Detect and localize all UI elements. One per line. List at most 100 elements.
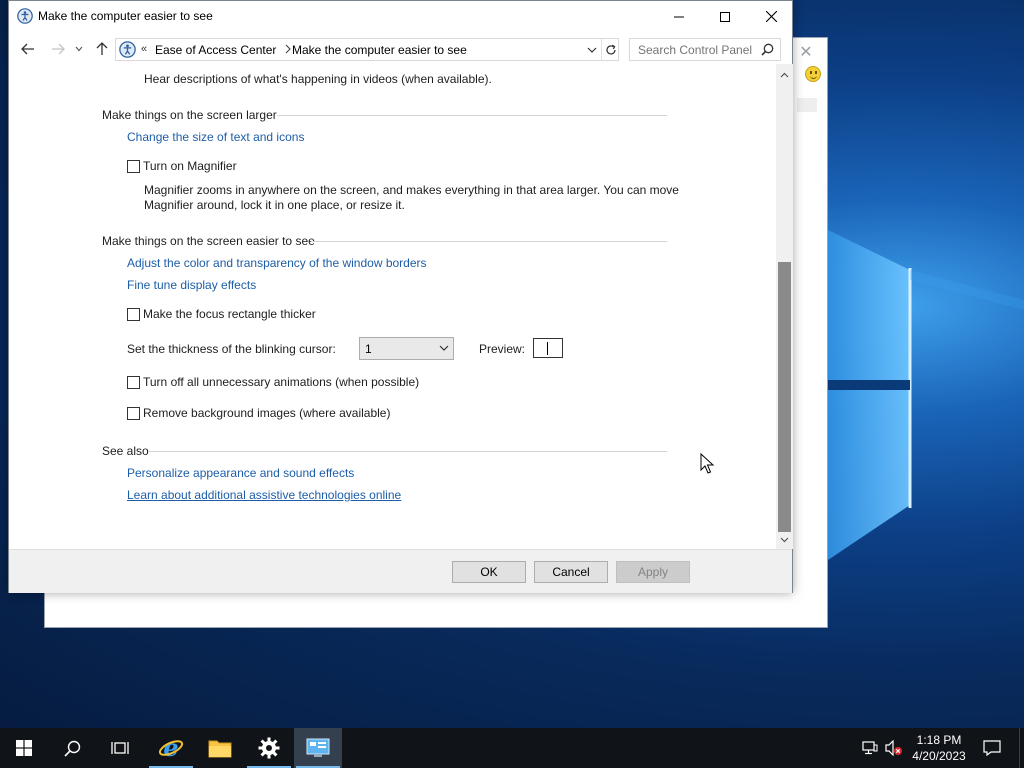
speaker-icon [885,740,902,756]
gear-icon [258,737,280,759]
start-button[interactable] [0,728,48,768]
minimize-button[interactable] [656,1,702,32]
link-personalize[interactable]: Personalize appearance and sound effects [127,466,354,480]
magnifier-checkbox[interactable] [127,160,140,173]
feedback-smiley-icon[interactable] [805,66,821,82]
mouse-pointer-icon [700,453,714,474]
apply-button[interactable]: Apply [616,561,690,583]
search-input[interactable] [638,43,758,57]
ok-button[interactable]: OK [452,561,526,583]
taskbar: e 1:18 PM 4/20/2023 [0,728,1024,768]
task-view-button[interactable] [96,728,144,768]
volume-muted-icon[interactable] [884,738,904,758]
section-divider [277,115,667,116]
background-images-checkbox-label[interactable]: Remove background images (where availabl… [143,406,390,420]
network-icon[interactable] [860,738,880,758]
settings-button[interactable] [245,728,293,768]
dialog-footer: OK Cancel Apply [9,549,792,593]
focus-rectangle-checkbox-label[interactable]: Make the focus rectangle thicker [143,307,316,321]
breadcrumb-separator-icon[interactable] [284,44,292,54]
control-panel-button[interactable] [294,728,342,768]
refresh-button[interactable] [601,39,619,60]
chevron-down-icon [75,46,83,52]
minimize-icon [674,16,684,17]
clock-time: 1:18 PM [916,733,962,747]
windows-start-icon [16,740,32,756]
close-icon [765,11,777,22]
chevron-up-icon [780,72,789,78]
show-desktop-button[interactable] [1019,728,1024,768]
back-button[interactable] [17,38,39,60]
cursor-thickness-select[interactable]: 1 [359,337,454,360]
action-center-button[interactable] [980,736,1004,760]
search-box[interactable] [629,38,781,61]
animations-checkbox[interactable] [127,376,140,389]
search-icon[interactable] [761,43,774,56]
ease-of-access-window: Make the computer easier to see « Ease o… [8,0,793,593]
refresh-icon [605,44,616,55]
network-icon-glyph [862,741,878,755]
recent-locations-button[interactable] [71,38,87,60]
navigation-bar: « Ease of Access Center Make the compute… [9,34,792,64]
system-clock[interactable]: 1:18 PM 4/20/2023 [907,732,971,764]
internet-explorer-button[interactable]: e [147,728,195,768]
cursor-thickness-value: 1 [365,342,372,356]
notification-icon [983,740,1001,756]
internet-explorer-icon: e [158,735,184,761]
search-icon [63,740,80,757]
link-fine-tune-display[interactable]: Fine tune display effects [127,278,256,292]
link-change-text-size[interactable]: Change the size of text and icons [127,130,304,144]
control-panel-icon [306,738,330,757]
close-button[interactable] [748,1,794,32]
preview-label: Preview: [479,342,526,356]
up-button[interactable] [91,38,113,60]
magnifier-description-line1: Magnifier zooms in anywhere on the scree… [144,183,679,197]
audio-description-text: Hear descriptions of what's happening in… [144,72,492,86]
animations-checkbox-label[interactable]: Turn off all unnecessary animations (whe… [143,375,419,389]
breadcrumb-ease-of-access-center[interactable]: Ease of Access Center [155,43,276,57]
section-divider [311,241,667,242]
link-adjust-window-borders[interactable]: Adjust the color and transparency of the… [127,256,427,270]
folder-icon [208,740,232,758]
magnifier-checkbox-label[interactable]: Turn on Magnifier [143,159,237,173]
address-history-dropdown[interactable] [584,40,600,59]
breadcrumb-current-page[interactable]: Make the computer easier to see [292,43,467,57]
cursor-preview-box [533,338,563,358]
cancel-button[interactable]: Cancel [534,561,608,583]
chevron-down-icon [439,345,449,351]
arrow-right-icon [52,43,65,55]
scroll-up-button[interactable] [776,68,793,82]
section-title-easier: Make things on the screen easier to see [102,234,315,248]
background-close-icon[interactable]: ✕ [795,42,817,64]
file-explorer-button[interactable] [196,728,244,768]
maximize-button[interactable] [702,1,748,32]
background-images-checkbox[interactable] [127,407,140,420]
ease-of-access-icon [17,8,33,24]
clock-date: 4/20/2023 [912,749,966,763]
section-title-larger: Make things on the screen larger [102,108,277,122]
background-window-strip [797,98,817,112]
ease-of-access-icon [119,41,136,58]
chevron-down-icon [780,537,789,543]
cursor-thickness-label: Set the thickness of the blinking cursor… [127,342,336,356]
hidden-locations-chevron[interactable]: « [141,43,147,55]
scroll-thumb[interactable] [778,262,791,532]
magnifier-description-line2: Magnifier around, lock it in one place, … [144,198,405,212]
task-view-icon [111,742,129,754]
section-divider [149,451,667,452]
taskbar-search-button[interactable] [48,728,96,768]
content-pane: Hear descriptions of what's happening in… [9,64,776,549]
window-title: Make the computer easier to see [38,9,213,23]
link-assistive-technologies[interactable]: Learn about additional assistive technol… [127,488,401,502]
forward-button[interactable] [47,38,69,60]
scroll-down-button[interactable] [776,533,793,547]
address-bar[interactable]: « Ease of Access Center Make the compute… [115,38,619,61]
cursor-preview-caret [547,342,548,355]
section-title-see-also: See also [102,444,149,458]
title-bar[interactable]: Make the computer easier to see [9,1,792,32]
arrow-up-icon [96,42,108,55]
svg-text:e: e [163,735,178,761]
arrow-left-icon [21,43,34,55]
focus-rectangle-checkbox[interactable] [127,308,140,321]
vertical-scrollbar[interactable] [776,64,793,549]
